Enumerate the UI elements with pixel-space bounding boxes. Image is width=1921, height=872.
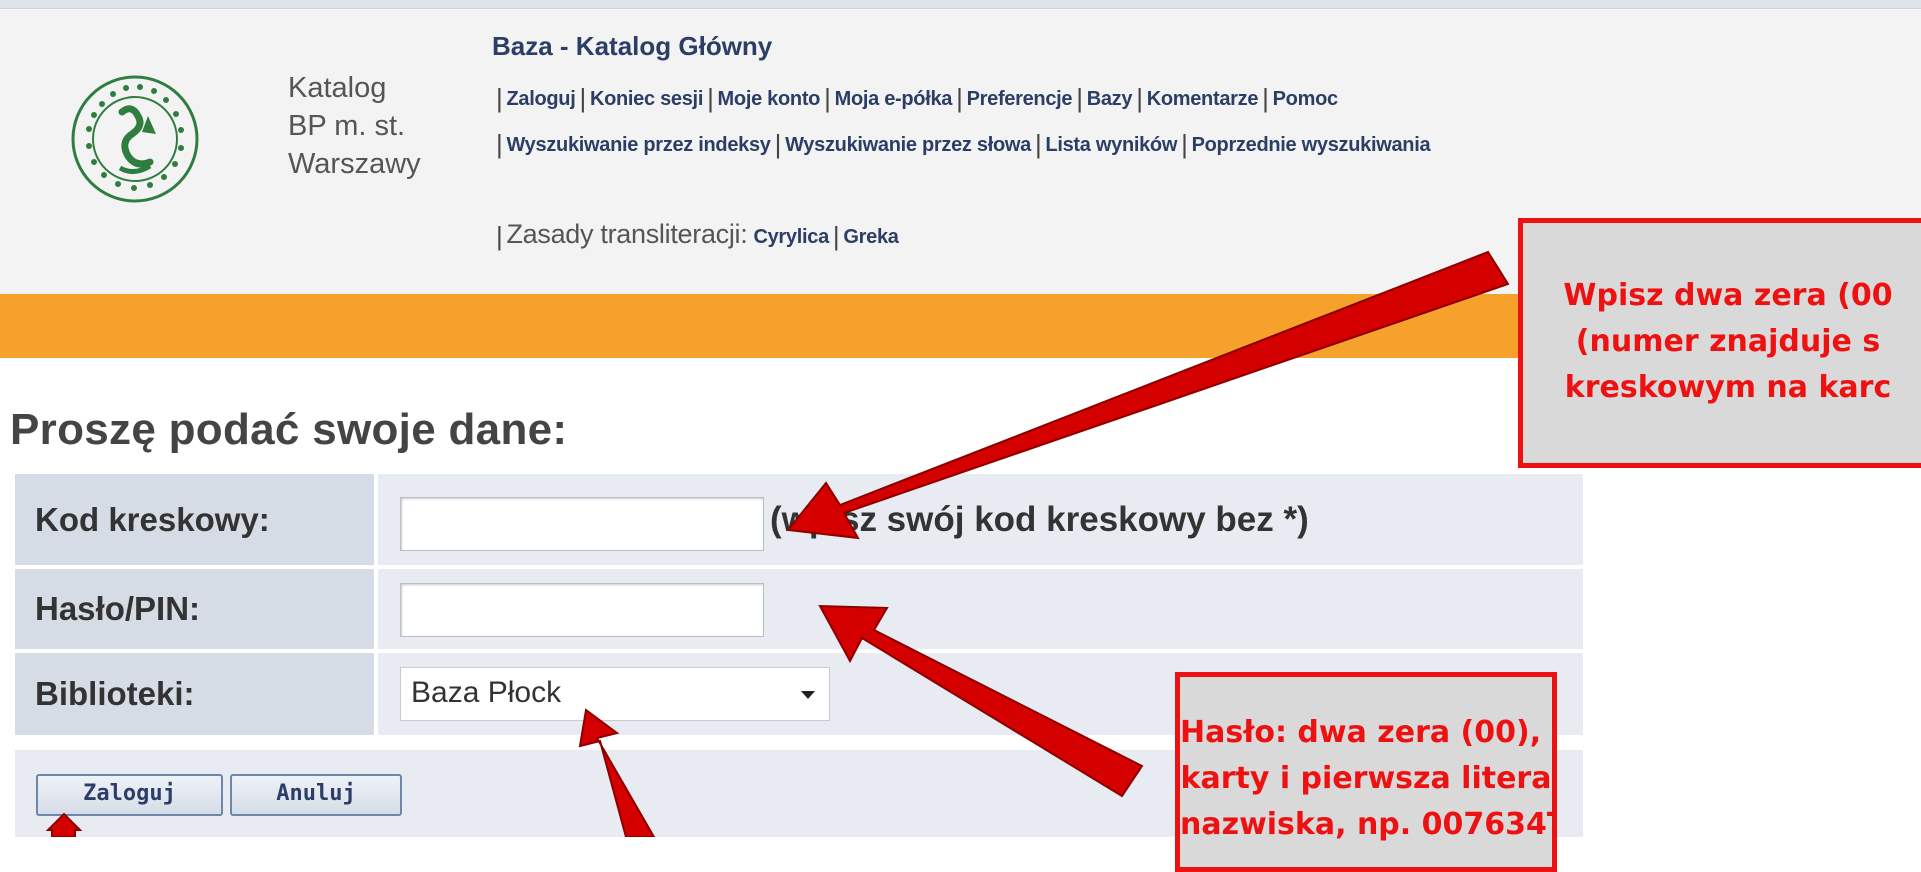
barcode-instruction-callout: Wpisz dwa zera (00 (numer znajduje s kre…: [1518, 218, 1921, 468]
nav-link-moja-e-polka[interactable]: Moja e-półka: [835, 88, 953, 110]
nav-link-zaloguj[interactable]: Zaloguj: [506, 88, 575, 110]
page-title: Proszę podać swoje dane:: [10, 405, 568, 454]
library-label: Biblioteki:: [35, 675, 195, 712]
callout-line: Wpisz dwa zera (00: [1563, 278, 1893, 313]
catalog-name-line: Katalog: [288, 72, 387, 104]
nav-link-moje-konto[interactable]: Moje konto: [718, 88, 821, 110]
login-button[interactable]: Zaloguj: [36, 774, 223, 816]
nav-link-cyrylica[interactable]: Cyrylica: [753, 226, 829, 248]
nav-link-wyszukiwanie-indeksy[interactable]: Wyszukiwanie przez indeksy: [506, 134, 770, 156]
top-border: [0, 0, 1921, 9]
nav-row-search: | Wyszukiwanie przez indeksy | Wyszukiwanie…: [496, 129, 1431, 159]
pin-input[interactable]: [400, 583, 764, 637]
nav-link-lista-wynikow[interactable]: Lista wyników: [1045, 134, 1177, 156]
nav-link-komentarze[interactable]: Komentarze: [1147, 88, 1259, 110]
pin-label: Hasło/PIN:: [35, 590, 201, 627]
callout-line: kreskowym na karc: [1564, 370, 1892, 405]
database-title: Baza - Katalog Główny: [492, 31, 773, 61]
callout-line: Hasło: dwa zera (00), numer: [1180, 715, 1552, 750]
catalog-name-line: Warszawy: [288, 148, 421, 180]
library-select[interactable]: Baza Płock: [400, 667, 830, 721]
nav-link-preferencje[interactable]: Preferencje: [967, 88, 1073, 110]
barcode-label: Kod kreskowy:: [35, 500, 270, 538]
nav-link-koniec-sesji[interactable]: Koniec sesji: [590, 88, 703, 110]
nav-row-account: | Zaloguj | Koniec sesji | Moje konto | Moja e-…: [496, 83, 1338, 113]
callout-line: (numer znajduje s: [1575, 324, 1881, 359]
barcode-input[interactable]: [400, 497, 764, 551]
nav-row-transliteration: | Zasady transliteracji: Cyrylica | Greka: [496, 219, 899, 251]
callout-line: nazwiska, np. 007634T: [1180, 807, 1557, 842]
nav-link-wyszukiwanie-slowa[interactable]: Wyszukiwanie przez słowa: [785, 134, 1031, 156]
library-select-value: Baza Płock: [411, 676, 562, 709]
nav-link-bazy[interactable]: Bazy: [1087, 88, 1133, 110]
catalog-name: Katalog BP m. st. Warszawy: [288, 69, 421, 183]
barcode-hint: (wpisz swój kod kreskowy bez *): [770, 499, 1309, 539]
nav-link-poprzednie-wyszukiwania[interactable]: Poprzednie wyszukiwania: [1192, 134, 1431, 156]
pin-row: Hasło/PIN:: [15, 569, 1583, 653]
catalog-name-line: BP m. st.: [288, 110, 406, 142]
library-logo: [60, 64, 210, 214]
cancel-button[interactable]: Anuluj: [230, 774, 402, 816]
password-instruction-callout: Hasło: dwa zera (00), numer karty i pier…: [1175, 672, 1557, 872]
chevron-down-icon: [801, 691, 815, 699]
nav-link-pomoc[interactable]: Pomoc: [1273, 88, 1338, 110]
callout-line: karty i pierwsza litera: [1180, 761, 1552, 796]
barcode-row: Kod kreskowy: (wpisz swój kod kreskowy b…: [15, 474, 1583, 569]
nav-link-greka[interactable]: Greka: [843, 226, 899, 248]
transliteration-label: Zasady transliteracji:: [506, 219, 748, 249]
